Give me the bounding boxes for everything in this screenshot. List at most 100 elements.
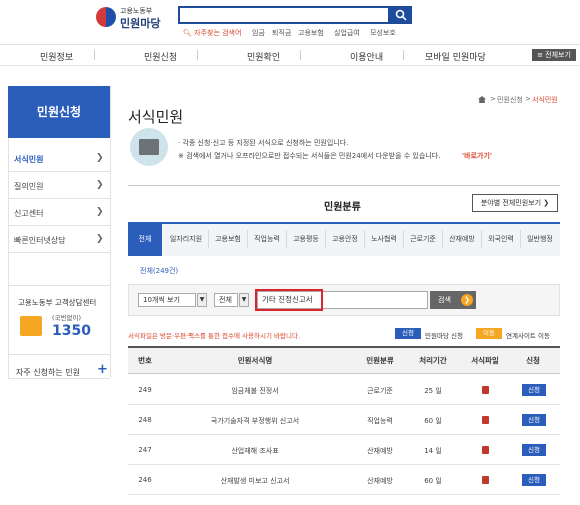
file-download-icon[interactable] bbox=[482, 476, 489, 484]
magnifier-icon: 🔍︎ bbox=[183, 29, 192, 37]
legend-move-text: 연계사이트 이동 bbox=[506, 332, 550, 340]
description-line: · 각종 신청·신고 등 지정된 서식으로 신청하는 민원입니다. bbox=[178, 139, 349, 147]
row-category: 근로기준 bbox=[367, 387, 393, 395]
sidebar-divider bbox=[8, 252, 110, 253]
view-all-button[interactable]: 분야별 전체민원보기 ❯ bbox=[472, 194, 558, 212]
sidebar-divider bbox=[8, 285, 110, 286]
search-icon bbox=[395, 9, 407, 21]
col-header-file: 서식파일 bbox=[471, 356, 499, 365]
chevron-right-icon: ❯ bbox=[96, 207, 104, 217]
scope-select[interactable]: 전체 bbox=[214, 293, 238, 307]
row-divider bbox=[128, 464, 560, 465]
col-header-no: 번호 bbox=[138, 356, 152, 365]
col-header-period: 처리기간 bbox=[419, 356, 447, 365]
row-period: 60 일 bbox=[424, 417, 442, 425]
tab-category[interactable]: 노사협력 bbox=[365, 222, 403, 256]
row-form-name[interactable]: 산재발생 미보고 신고서 bbox=[185, 476, 325, 486]
file-download-icon[interactable] bbox=[482, 446, 489, 454]
section-title: 민원분류 bbox=[324, 202, 361, 213]
document-tray-icon bbox=[139, 139, 159, 155]
tab-category[interactable]: 고용보험 bbox=[209, 222, 247, 256]
nav-top-border bbox=[0, 44, 580, 45]
file-download-icon[interactable] bbox=[482, 386, 489, 394]
tab-category[interactable]: 일자리지원 bbox=[164, 222, 208, 256]
row-category: 직업능력 bbox=[367, 417, 393, 425]
sidebar-item-inquiry[interactable]: 질의민원 bbox=[14, 181, 43, 192]
sidebar-item-report-center[interactable]: 신고센터 bbox=[14, 208, 43, 219]
apply-button[interactable]: 신청 bbox=[522, 474, 546, 486]
nav-item-info[interactable]: 민원정보 bbox=[40, 50, 73, 63]
chevron-down-icon[interactable]: ▼ bbox=[197, 293, 207, 307]
chevron-right-icon: ❯ bbox=[96, 180, 104, 190]
keyword-link[interactable]: 모성보호 bbox=[370, 28, 396, 38]
keyword-link[interactable]: 실업급여 bbox=[334, 28, 360, 38]
home-icon[interactable] bbox=[478, 96, 486, 103]
legend-apply-text: 민원마당 신청 bbox=[425, 332, 463, 340]
site-search-input[interactable] bbox=[178, 6, 390, 24]
callcenter-title: 고용노동부 고객상담센터 bbox=[18, 298, 97, 307]
nav-divider bbox=[300, 50, 301, 60]
sidebar-title: 민원신청 bbox=[8, 86, 110, 138]
nav-item-check[interactable]: 민원확인 bbox=[247, 50, 280, 63]
apply-button[interactable]: 신청 bbox=[522, 444, 546, 456]
ministry-emblem-icon bbox=[96, 7, 116, 27]
sidebar-item-form-petition[interactable]: 서식민원 bbox=[14, 154, 43, 165]
nav-divider bbox=[94, 50, 95, 60]
sidebar-divider bbox=[8, 378, 110, 379]
apply-button[interactable]: 신청 bbox=[522, 384, 546, 396]
sidebar-item-quick-consult[interactable]: 빠른인터넷상담 bbox=[14, 235, 66, 246]
tab-category[interactable]: 고용안정 bbox=[326, 222, 364, 256]
legend-apply-badge: 신청 bbox=[395, 328, 421, 339]
tab-category[interactable]: 산재예방 bbox=[443, 222, 481, 256]
shortcut-link[interactable]: '바로가기' bbox=[462, 151, 492, 161]
row-no: 246 bbox=[138, 476, 152, 484]
sidebar-border bbox=[8, 138, 9, 378]
phone-chat-icon bbox=[20, 316, 42, 336]
all-menu-button[interactable]: ≡ 전체보기 bbox=[532, 49, 576, 61]
row-form-name[interactable]: 국가기술자격 부정행위 신고서 bbox=[185, 416, 325, 426]
nav-item-mobile[interactable]: 모바일 민원마당 bbox=[425, 50, 486, 63]
chevron-right-icon: ❯ bbox=[96, 234, 104, 244]
logo-site[interactable]: 민원마당 bbox=[120, 15, 160, 31]
tab-category[interactable]: 고용평등 bbox=[287, 222, 325, 256]
chevron-right-icon: ❯ bbox=[96, 153, 104, 163]
keyword-link[interactable]: 퇴직금 bbox=[272, 28, 291, 38]
nav-divider bbox=[197, 50, 198, 60]
sidebar-divider bbox=[8, 354, 110, 355]
file-download-icon[interactable] bbox=[482, 416, 489, 424]
keyword-link[interactable]: 고용보험 bbox=[298, 28, 324, 38]
sidebar-divider bbox=[8, 225, 110, 226]
site-search-button[interactable] bbox=[390, 6, 412, 24]
page-size-select[interactable]: 10개씩 보기 bbox=[138, 293, 196, 307]
crumb-separator: > bbox=[490, 95, 496, 103]
tab-all[interactable]: 전체 bbox=[128, 222, 162, 256]
tab-category[interactable]: 외국인력 bbox=[482, 222, 520, 256]
breadcrumb-current: 서식민원 bbox=[532, 96, 558, 104]
row-no: 247 bbox=[138, 446, 152, 454]
total-count-link[interactable]: 전체(249건) bbox=[140, 266, 178, 276]
sidebar-divider bbox=[8, 171, 110, 172]
apply-button[interactable]: 신청 bbox=[522, 414, 546, 426]
row-divider bbox=[128, 434, 560, 435]
row-category: 산재예방 bbox=[367, 477, 393, 485]
nav-item-guide[interactable]: 이용안내 bbox=[350, 50, 383, 63]
row-period: 60 일 bbox=[424, 477, 442, 485]
highlight-box bbox=[255, 289, 323, 311]
tab-category[interactable]: 직업능력 bbox=[248, 222, 286, 256]
search-button[interactable]: 검색 ❯ bbox=[430, 291, 476, 309]
breadcrumb-item[interactable]: 민원신청 bbox=[497, 95, 523, 105]
chevron-down-icon[interactable]: ▼ bbox=[239, 293, 249, 307]
row-form-name[interactable]: 산업재해 조사표 bbox=[185, 446, 325, 456]
frequent-petitions-title[interactable]: 자주 신청하는 민원 bbox=[16, 367, 80, 378]
tab-category[interactable]: 일반행정 bbox=[521, 222, 559, 256]
description-line: ※ 검색에서 열거나 오프라인으로만 접수되는 서식들은 민원24에서 다운받을… bbox=[178, 152, 441, 160]
row-form-name[interactable]: 임금체불 진정서 bbox=[185, 386, 325, 396]
col-header-name: 민원서식명 bbox=[237, 356, 273, 365]
plus-icon[interactable]: + bbox=[97, 362, 108, 377]
menu-icon: ≡ bbox=[537, 51, 543, 59]
nav-item-apply[interactable]: 민원신청 bbox=[144, 50, 177, 63]
sidebar-border bbox=[110, 86, 111, 378]
legend-move-badge: 이동 bbox=[476, 328, 502, 339]
keyword-link[interactable]: 임금 bbox=[252, 28, 265, 38]
tab-category[interactable]: 근로기준 bbox=[404, 222, 442, 256]
